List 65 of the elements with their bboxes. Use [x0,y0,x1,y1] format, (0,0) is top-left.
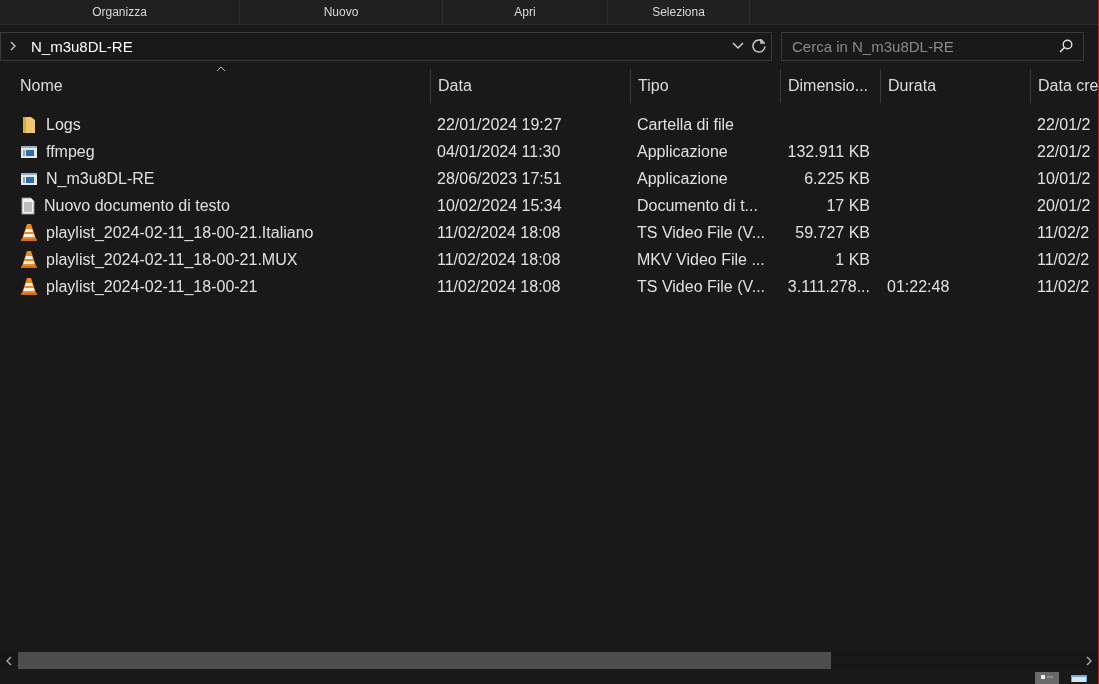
toolbar-button[interactable]: Organizza [0,0,240,24]
type-cell-text: Applicazione [636,142,729,161]
date-cell-text: 11/02/2024 18:08 [436,277,562,296]
column-header[interactable]: Tipo [630,69,780,103]
column-header[interactable]: Data cre [1030,69,1098,103]
size-cell-text: 1 KB [834,250,871,269]
search-field[interactable]: Cerca in N_m3u8DL-RE [781,31,1084,61]
size-cell-text: 59.727 KB [794,223,871,242]
type-cell-text: Applicazione [636,169,729,188]
type-cell-text: TS Video File (V... [636,223,767,242]
file-name[interactable]: Nuovo documento di testo [44,196,230,215]
file-name[interactable]: N_m3u8DL-RE [46,169,155,188]
column-header[interactable]: Durata [880,69,1030,103]
size-cell-text: 17 KB [825,196,871,215]
chevron-right-icon [9,41,17,51]
type-cell-text: Cartella di file [636,115,735,134]
created-date-cell-text: 11/02/2 [1036,223,1091,242]
list-view-icon [1040,674,1054,682]
date-cell-text: 11/02/2024 18:08 [436,223,562,242]
scroll-left-icon[interactable] [5,655,13,666]
search-icon [1059,39,1073,53]
file-name[interactable]: ffmpeg [46,142,95,161]
created-date-cell-text: 11/02/2 [1036,277,1091,296]
traffic-cone-icon [20,223,38,242]
date-cell-text: 28/06/2023 17:51 [436,169,563,188]
traffic-cone-icon [20,250,38,269]
file-name[interactable]: playlist_2024-02-11_18-00-21 [46,277,258,296]
file-name[interactable]: playlist_2024-02-11_18-00-21.Italiano [46,223,314,242]
refresh-icon[interactable] [752,38,767,54]
date-cell-text: 10/02/2024 15:34 [436,196,563,215]
type-cell-text: TS Video File (V... [636,277,767,296]
date-cell-text: 22/01/2024 19:27 [436,115,563,134]
traffic-cone-icon [20,277,38,296]
address-bar[interactable]: N_m3u8DL-RE [0,31,772,61]
date-cell-text: 11/02/2024 18:08 [436,250,562,269]
type-cell-text: MKV Video File ... [636,250,766,269]
column-header[interactable]: Data [430,69,630,103]
date-cell-text: 04/01/2024 11:30 [436,142,562,161]
column-header[interactable]: Dimensio... [780,69,880,103]
column-header[interactable]: Nome [0,69,430,103]
application-window-icon [20,170,38,187]
scroll-right-icon[interactable] [1085,655,1093,666]
created-date-cell-text: 10/01/2 [1036,169,1092,188]
sort-caret-icon [216,66,226,72]
toolbar-button[interactable]: Apri [443,0,608,24]
created-date-cell-text: 20/01/2 [1036,196,1092,215]
file-name[interactable]: playlist_2024-02-11_18-00-21.MUX [46,250,298,269]
created-date-cell-text: 11/02/2 [1036,250,1091,269]
file-name[interactable]: Logs [46,115,81,134]
toolbar-button[interactable]: Nuovo [240,0,443,24]
folder-icon [20,115,38,134]
text-document-icon [20,196,36,215]
size-cell-text: 132.911 KB [786,142,871,161]
size-cell-text: 6.225 KB [803,169,871,188]
size-cell-text: 3.111.278... [786,277,871,296]
duration-cell-text: 01:22:48 [886,277,951,296]
dropdown-chevron-icon[interactable] [732,42,744,50]
application-window-icon [20,143,38,160]
created-date-cell-text: 22/01/2 [1036,115,1092,134]
toolbar-button[interactable]: Seleziona [608,0,750,24]
details-view-button[interactable] [1035,672,1059,684]
created-date-cell-text: 22/01/2 [1036,142,1092,161]
scrollbar-thumb[interactable] [18,652,831,669]
tiles-view-icon [1071,674,1087,682]
type-cell-text: Documento di t... [636,196,759,215]
